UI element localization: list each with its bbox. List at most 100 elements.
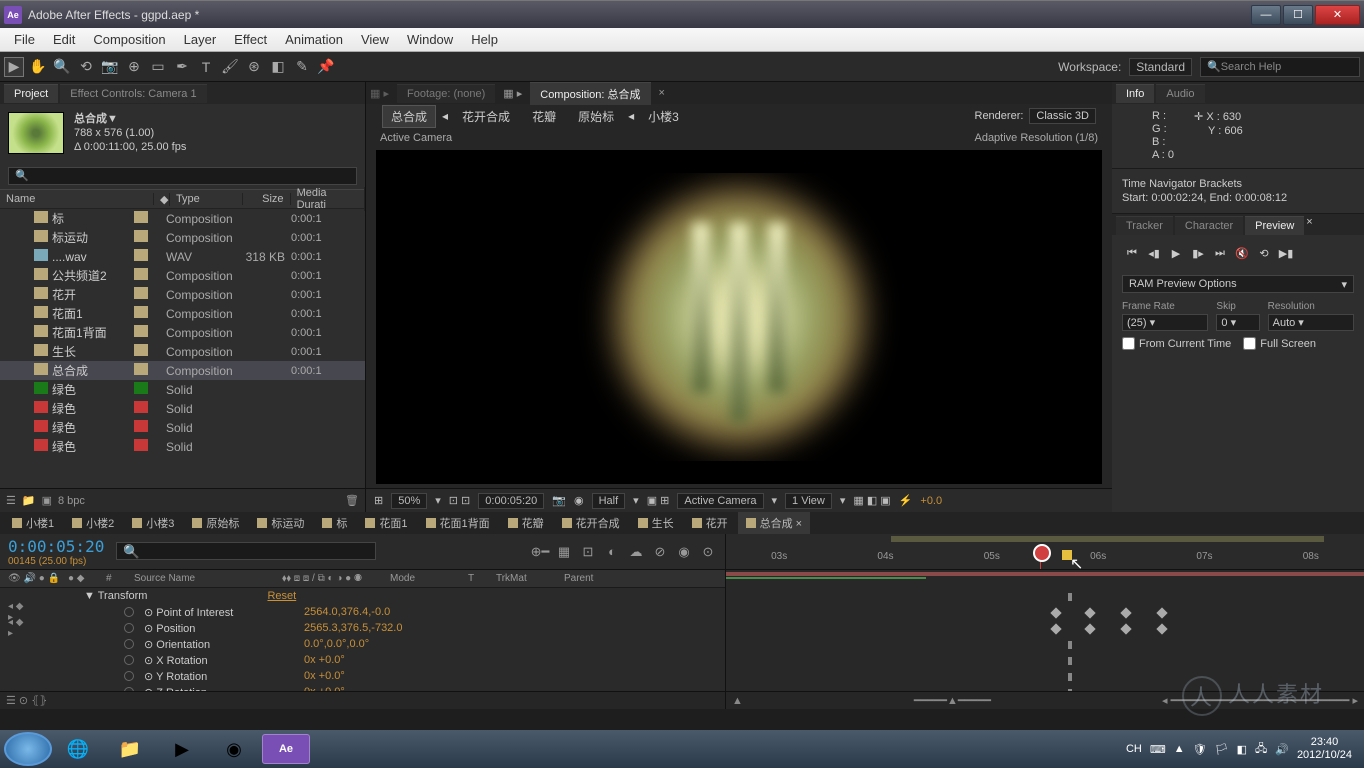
project-row[interactable]: 花面1背面 Composition 0:00:1 — [0, 323, 365, 342]
clone-tool[interactable]: ⊛ — [244, 57, 264, 77]
pan-behind-tool[interactable]: ⊕ — [124, 57, 144, 77]
playhead[interactable] — [1040, 544, 1041, 569]
close-button[interactable]: ✕ — [1315, 5, 1360, 25]
keyframe-tracks[interactable] — [726, 572, 1364, 692]
menu-window[interactable]: Window — [399, 30, 461, 49]
timeline-tab[interactable]: 小楼1 — [4, 512, 62, 534]
last-frame-button[interactable]: ⏭ — [1212, 245, 1228, 261]
bpc-button[interactable]: 8 bpc — [58, 495, 85, 507]
menu-effect[interactable]: Effect — [226, 30, 275, 49]
res-toggle-icon[interactable]: ⊡ ⊡ — [449, 494, 471, 507]
loop-button[interactable]: ⟲ — [1256, 245, 1272, 261]
timeline-search-input[interactable] — [116, 542, 376, 560]
zoom-tool[interactable]: 🔍 — [52, 57, 72, 77]
toggle-switches-icon[interactable]: ☰ ⊙ ⦃⦄ — [6, 694, 47, 707]
menu-animation[interactable]: Animation — [277, 30, 351, 49]
timeline-tab[interactable]: 花开合成 — [554, 512, 628, 534]
zoom-dropdown[interactable]: 50% — [391, 493, 427, 509]
transform-property-row[interactable]: ⊙ X Rotation 0x +0.0° — [0, 652, 725, 668]
mask-tool[interactable]: ▭ — [148, 57, 168, 77]
workspace-dropdown[interactable]: Standard — [1129, 58, 1192, 76]
project-row[interactable]: 花开 Composition 0:00:1 — [0, 285, 365, 304]
audio-tab[interactable]: Audio — [1156, 84, 1204, 103]
ram-preview-button[interactable]: ▶▮ — [1278, 245, 1294, 261]
renderer-dropdown[interactable]: Classic 3D — [1029, 108, 1096, 124]
timeline-tab[interactable]: 原始标 — [184, 512, 247, 534]
tray-volume-icon[interactable]: 🔊 — [1275, 743, 1289, 756]
mute-button[interactable]: 🔇 — [1234, 245, 1250, 261]
shy-icon[interactable]: ⊙ — [699, 543, 717, 561]
frame-blend-icon[interactable]: ⊡ — [579, 543, 597, 561]
tray-shield-icon[interactable]: 🛡 — [1193, 743, 1207, 756]
breadcrumb-item[interactable]: 花开合成 — [454, 106, 518, 127]
full-screen-checkbox[interactable]: Full Screen — [1243, 337, 1316, 350]
maximize-button[interactable]: ☐ — [1283, 5, 1313, 25]
timeline-tab[interactable]: 花开 — [684, 512, 736, 534]
preview-canvas[interactable] — [376, 150, 1102, 484]
timeline-tab[interactable]: 总合成 × — [738, 512, 810, 534]
project-row[interactable]: ....wav WAV 318 KB 0:00:1 — [0, 247, 365, 266]
project-row[interactable]: 标运动 Composition 0:00:1 — [0, 228, 365, 247]
project-row[interactable]: 标 Composition 0:00:1 — [0, 209, 365, 228]
character-tab[interactable]: Character — [1175, 216, 1243, 235]
rotate-tool[interactable]: ⟲ — [76, 57, 96, 77]
breadcrumb-item[interactable]: 原始标 — [570, 106, 622, 127]
effect-controls-tab[interactable]: Effect Controls: Camera 1 — [60, 84, 206, 103]
transform-property-row[interactable]: ⊙ Z Rotation 0x +0.0° — [0, 684, 725, 691]
timeline-tab[interactable]: 小楼3 — [124, 512, 182, 534]
preview-tab[interactable]: Preview — [1245, 216, 1304, 235]
folder-icon[interactable]: 📁 — [22, 494, 36, 507]
tray-up-icon[interactable]: ▲ — [1174, 743, 1185, 755]
next-frame-button[interactable]: ▮▸ — [1190, 245, 1206, 261]
breadcrumb-item[interactable]: 小楼3 — [640, 106, 687, 127]
type-tool[interactable]: T — [196, 57, 216, 77]
tray-network-icon[interactable]: 🖧 — [1255, 740, 1267, 759]
menu-edit[interactable]: Edit — [45, 30, 83, 49]
tray-keyboard-icon[interactable]: ⌨ — [1150, 743, 1166, 756]
info-tab[interactable]: Info — [1116, 84, 1154, 103]
transform-property-row[interactable]: ⊙ Y Rotation 0x +0.0° — [0, 668, 725, 684]
prev-frame-button[interactable]: ◂▮ — [1146, 245, 1162, 261]
comp-mini-icon[interactable]: ⊕━ — [531, 543, 549, 561]
project-row[interactable]: 绿色 Solid — [0, 399, 365, 418]
timeline-tab[interactable]: 生长 — [630, 512, 682, 534]
zoom-out-icon[interactable]: ▲ — [732, 695, 743, 707]
project-row[interactable]: 绿色 Solid — [0, 380, 365, 399]
breadcrumb-item[interactable]: 总合成 — [382, 105, 436, 128]
menu-view[interactable]: View — [353, 30, 397, 49]
search-help-input[interactable]: 🔍 Search Help — [1200, 57, 1360, 77]
project-list[interactable]: 标 Composition 0:00:1标运动 Composition 0:00… — [0, 209, 365, 488]
menu-layer[interactable]: Layer — [176, 30, 225, 49]
view-dropdown[interactable]: 1 View — [785, 493, 832, 509]
camera-tool[interactable]: 📷 — [100, 57, 120, 77]
selection-tool[interactable]: ▶ — [4, 57, 24, 77]
first-frame-button[interactable]: ⏮ — [1124, 245, 1140, 261]
project-row[interactable]: 绿色 Solid — [0, 418, 365, 437]
menu-file[interactable]: File — [6, 30, 43, 49]
timeline-tab[interactable]: 花面1 — [357, 512, 415, 534]
brush-tool[interactable]: 🖌 — [220, 57, 240, 77]
roto-tool[interactable]: ✎ — [292, 57, 312, 77]
taskbar-clock[interactable]: 23:402012/10/24 — [1297, 736, 1352, 762]
taskbar-ae-icon[interactable]: Ae — [262, 734, 310, 764]
transform-property-row[interactable]: ⊙ Orientation 0.0°,0.0°,0.0° — [0, 636, 725, 652]
footage-tab[interactable]: Footage: (none) — [397, 84, 495, 103]
graph-icon[interactable]: ⊘ — [651, 543, 669, 561]
zoom-slider[interactable]: ━━━━━▲━━━━━ — [914, 694, 991, 707]
motion-blur-icon[interactable]: ◐ — [603, 543, 621, 561]
timeline-tab[interactable]: 标 — [314, 512, 355, 534]
trash-icon[interactable]: 🗑 — [345, 494, 359, 507]
project-row[interactable]: 绿色 Solid — [0, 437, 365, 456]
project-search-input[interactable] — [8, 167, 357, 185]
ram-preview-dropdown[interactable]: RAM Preview Options ▾ — [1122, 275, 1354, 293]
taskbar-app-icon[interactable]: ◉ — [210, 734, 258, 764]
taskbar-media-icon[interactable]: ▶ — [158, 734, 206, 764]
eraser-tool[interactable]: ◧ — [268, 57, 288, 77]
pen-tool[interactable]: ✒ — [172, 57, 192, 77]
start-button[interactable] — [4, 732, 52, 766]
timeline-rows[interactable]: ▼ TransformReset◂ ◆ ▸ ⊙ Point of Interes… — [0, 588, 725, 691]
project-row[interactable]: 生长 Composition 0:00:1 — [0, 342, 365, 361]
interpret-icon[interactable]: ☰ — [6, 494, 16, 507]
grid-icon[interactable]: ⊞ — [374, 494, 383, 507]
resolution-dropdown[interactable]: Auto ▾ — [1268, 314, 1354, 331]
